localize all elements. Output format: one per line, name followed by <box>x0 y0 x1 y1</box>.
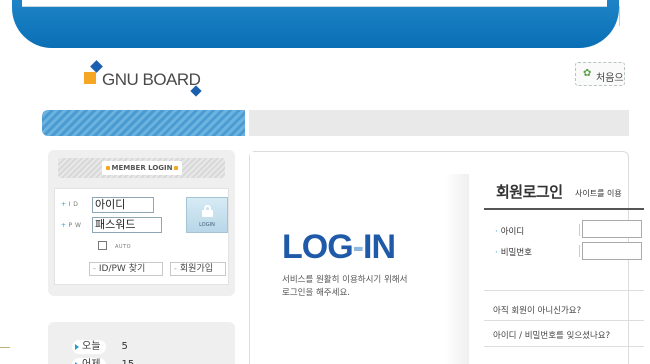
form-id-input[interactable] <box>582 220 642 238</box>
visit-label-yesterday: 어제 <box>72 358 107 364</box>
login-content-box: LOG-IN 서비스를 원활히 이용하시기 위해서 로그인을 해주세요. 회원로… <box>249 151 644 364</box>
header-band <box>12 0 619 48</box>
bullet-icon: · <box>495 227 498 237</box>
find-id-pw-button[interactable]: - ID/PW 찾기 <box>89 262 163 276</box>
form-id-separator <box>579 224 580 236</box>
login-big-title: LOG-IN <box>282 228 396 266</box>
nav-bar-right <box>249 110 629 136</box>
join-button[interactable]: - 회원가입 <box>170 262 226 276</box>
left-edge-line <box>0 347 10 348</box>
forgot-id-pw-prompt[interactable]: 아이디 / 비밀번호를 잊으셨나요? <box>493 329 610 341</box>
logo-square-orange <box>84 72 96 84</box>
signup-prompt[interactable]: 아직 회원이 아니신가요? <box>493 304 581 316</box>
right-edge-line <box>619 6 620 26</box>
visit-row-today: 오늘 5 <box>72 334 128 354</box>
login-button-label: LOGIN <box>199 222 215 228</box>
login-graphic: LOG-IN 서비스를 원활히 이용하시기 위해서 로그인을 해주세요. <box>250 152 465 364</box>
id-field-label: + I D <box>61 201 79 208</box>
divider-shadow <box>445 174 469 364</box>
member-login-form: + I D 아이디 + P W 패스워드 LOGIN AUTO - ID/PW 찾기 … <box>54 188 229 285</box>
header-top-strip <box>22 0 607 7</box>
form-question-rule <box>484 290 644 291</box>
visit-count-panel: 오늘 5 어제 15 <box>48 322 235 364</box>
dash-icon: - <box>93 264 96 273</box>
form-pw-separator <box>579 245 580 257</box>
home-link[interactable]: ✿ 처음으 <box>575 62 625 86</box>
form-question-rule-3 <box>484 346 644 347</box>
visit-row-yesterday: 어제 15 <box>72 352 134 364</box>
plus-icon: + <box>61 222 67 229</box>
pw-input[interactable]: 패스워드 <box>92 217 162 233</box>
login-button[interactable]: LOGIN <box>186 197 228 233</box>
form-question-rule-2 <box>484 320 644 321</box>
id-input[interactable]: 아이디 <box>92 197 154 213</box>
title-dot-right-icon <box>174 166 178 170</box>
site-logo[interactable]: GNU BOARD <box>84 60 204 97</box>
pw-field-label: + P W <box>61 222 82 229</box>
member-login-panel: MEMBER LOGIN + I D 아이디 + P W 패스워드 LOGIN AU <box>48 150 235 296</box>
member-login-header: MEMBER LOGIN <box>58 158 225 178</box>
dash-icon: - <box>174 264 177 273</box>
auto-login-checkbox[interactable] <box>98 241 107 250</box>
bullet-icon: · <box>495 248 498 258</box>
lock-icon <box>202 205 213 217</box>
sprout-icon: ✿ <box>583 68 592 79</box>
member-login-title-box: MEMBER LOGIN <box>102 161 182 175</box>
title-dot-left-icon <box>106 166 110 170</box>
plus-icon: + <box>61 201 67 208</box>
visit-value-today: 5 <box>121 341 128 352</box>
logo-text: GNU BOARD <box>102 70 201 89</box>
form-pw-label: · 비밀번호 <box>495 248 532 258</box>
form-title-rule <box>484 208 644 210</box>
form-pw-input[interactable] <box>582 242 642 260</box>
nav-bar-left <box>42 110 245 136</box>
login-description: 서비스를 원활히 이용하시기 위해서 로그인을 해주세요. <box>282 275 408 298</box>
form-subtitle: 사이트를 이용 <box>575 189 622 198</box>
auto-login-label: AUTO <box>115 244 132 250</box>
member-login-form-area: 회원로그인 사이트를 이용 · 아이디 · 비밀번호 아직 회원이 아니신가요? 아… <box>479 176 644 364</box>
visit-value-yesterday: 15 <box>122 359 135 364</box>
page: GNU BOARD ✿ 처음으 MEMBER LOGIN + I D 아이디 + P… <box>0 0 650 364</box>
form-title: 회원로그인 <box>496 183 563 201</box>
home-link-label: 처음으 <box>596 73 624 84</box>
logo-diamond-top <box>90 60 103 73</box>
form-id-label: · 아이디 <box>495 227 525 237</box>
member-login-title: MEMBER LOGIN <box>111 164 173 172</box>
